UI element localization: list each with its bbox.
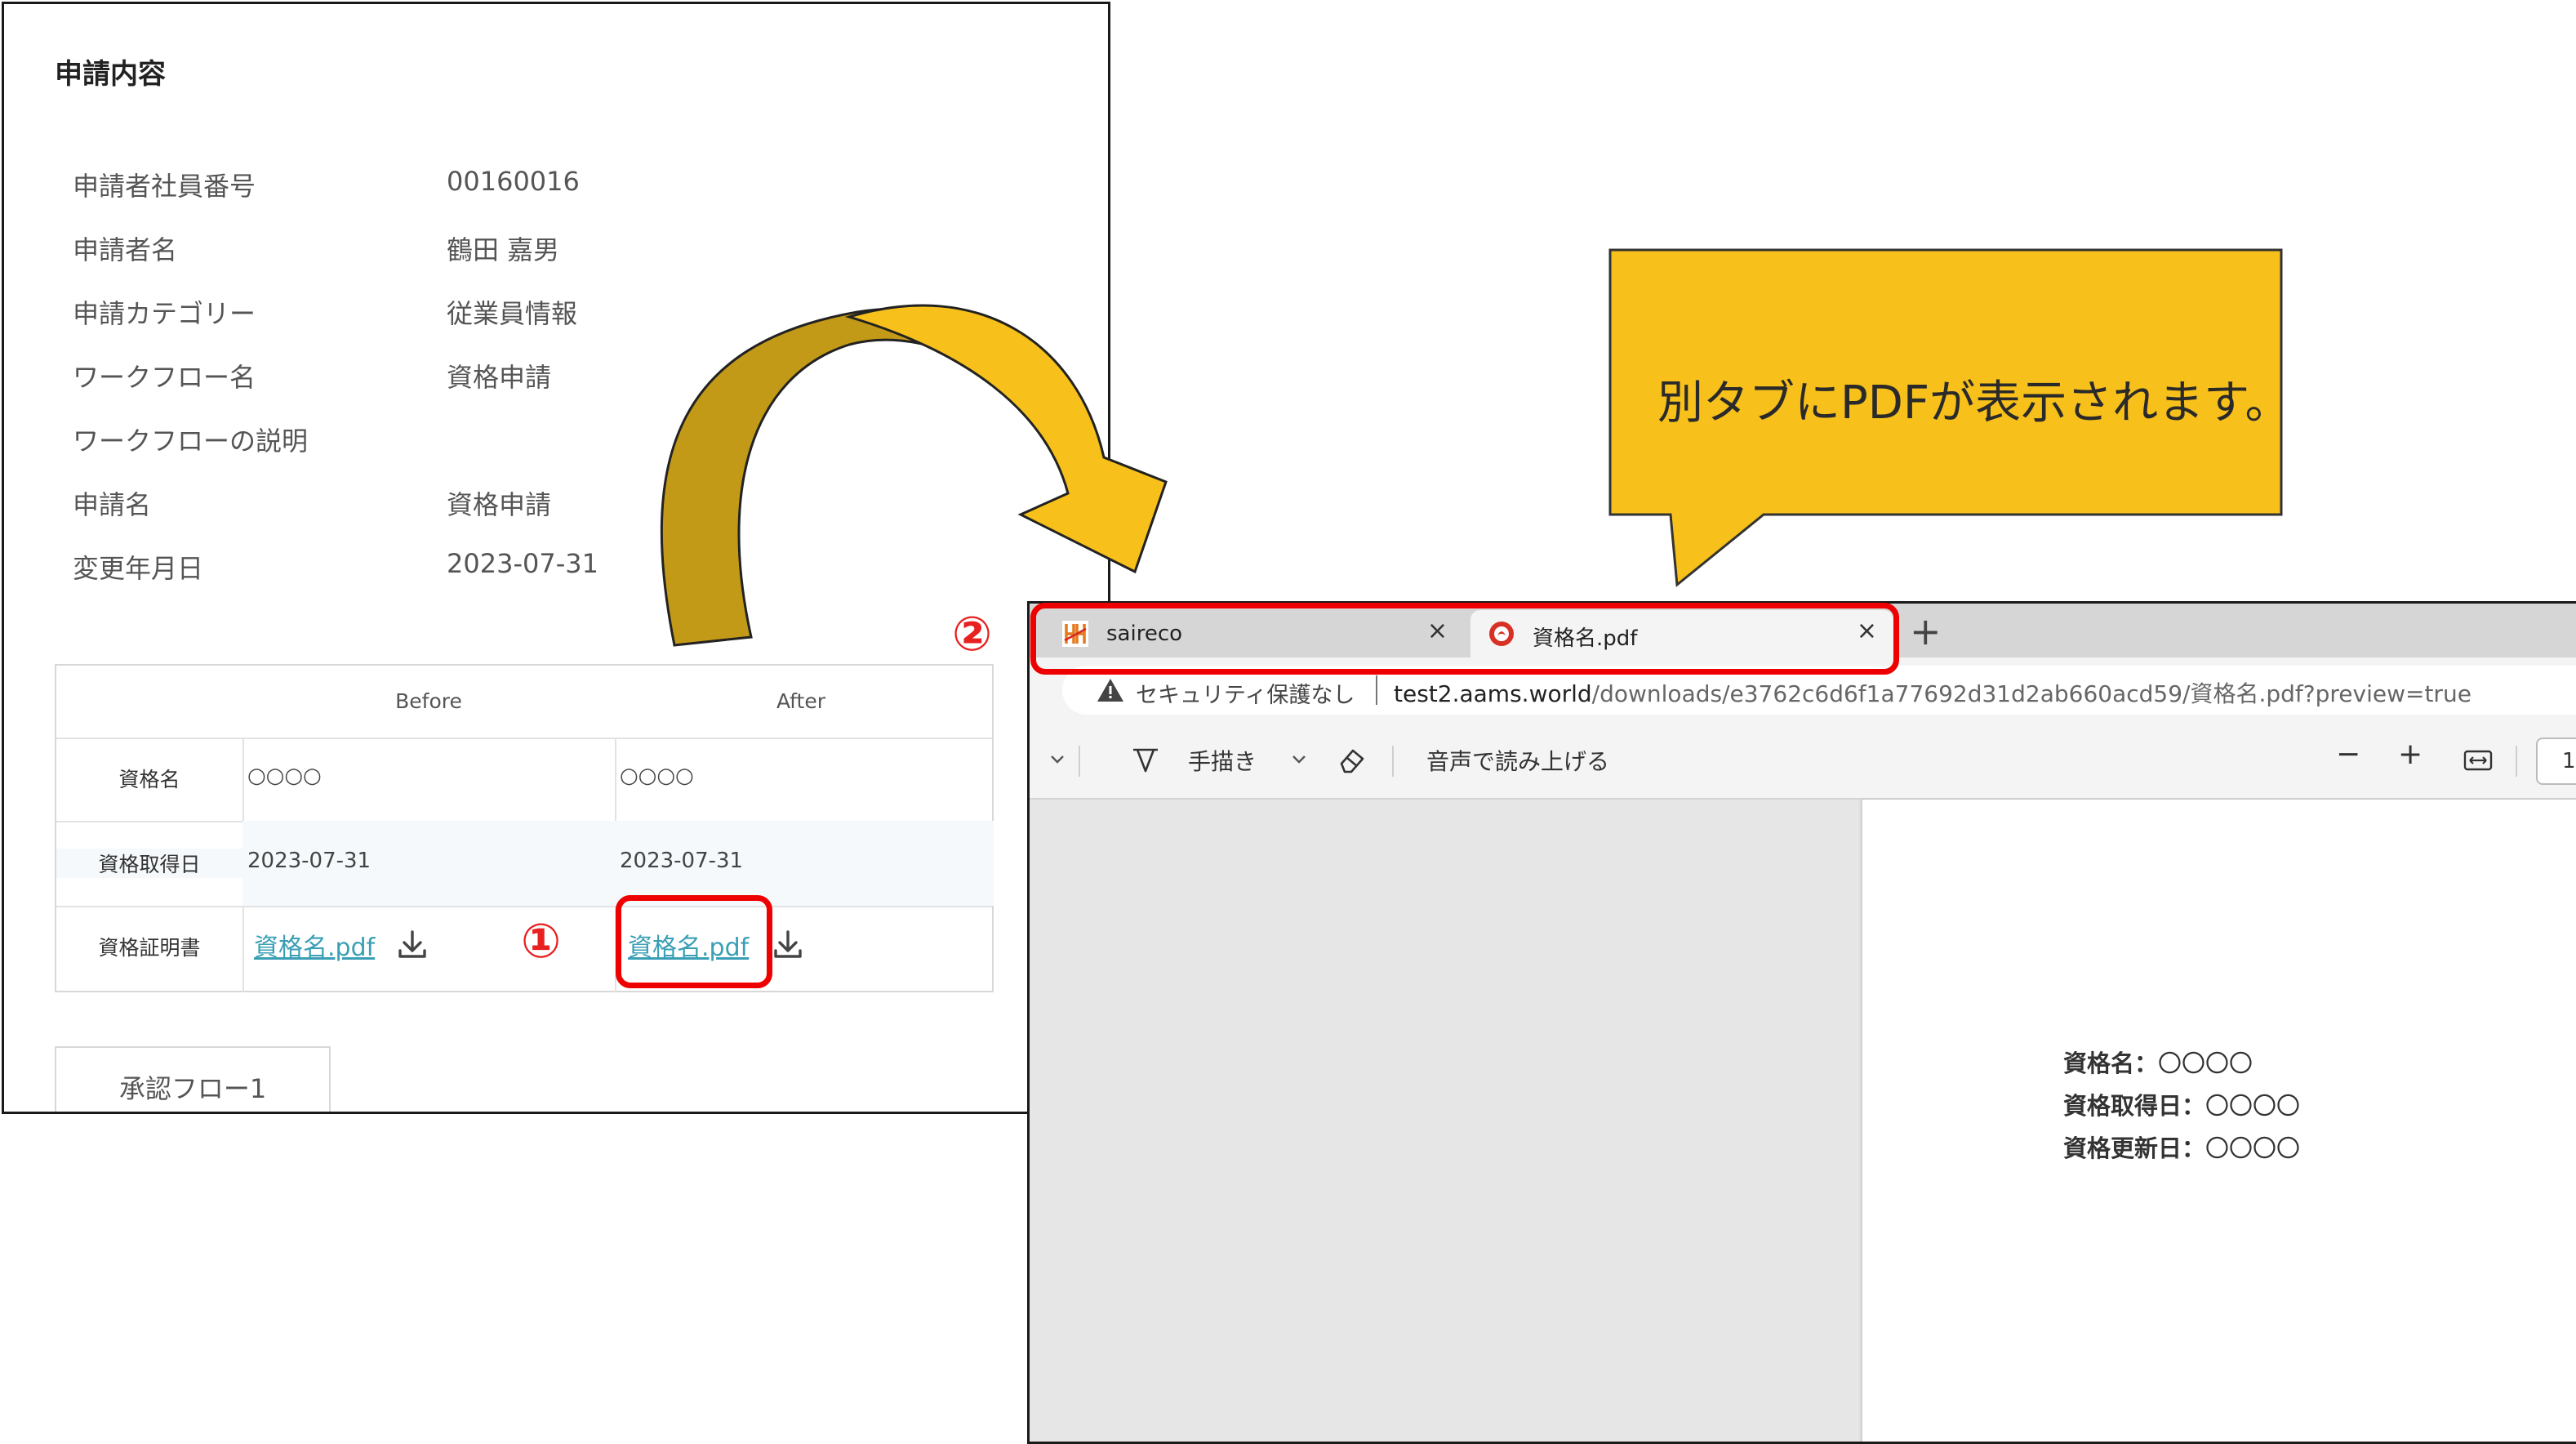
download-icon[interactable]	[772, 929, 804, 961]
toolbar-separator	[1392, 746, 1394, 777]
url-host: test2.aams.world	[1394, 680, 1592, 707]
field-label: ワークフロー名	[73, 362, 256, 393]
field-value: 資格申請	[447, 362, 552, 393]
before-value: 2023-07-31	[247, 849, 371, 873]
after-value: ○○○○	[620, 764, 694, 788]
pdf-text-line: 資格名：〇〇〇〇	[2063, 1050, 2253, 1077]
tab-highlight-box	[1030, 603, 1899, 675]
callout-text: 別タブにPDFが表示されます。	[1657, 377, 2291, 430]
zoom-out-button[interactable]: −	[2336, 738, 2360, 771]
field-label: 申請者名	[73, 234, 178, 265]
column-header-after: After	[776, 689, 826, 713]
field-label: 申請カテゴリー	[73, 298, 256, 329]
pdf-text-line: 資格取得日：〇〇〇〇	[2063, 1092, 2301, 1120]
toolbar-separator	[2516, 746, 2517, 777]
field-value: 鶴田 嘉男	[447, 234, 560, 265]
pdf-text-line: 資格更新日：〇〇〇〇	[2063, 1134, 2301, 1162]
field-label: 申請名	[73, 489, 152, 520]
read-aloud-button[interactable]: 音声で読み上げる	[1426, 744, 1609, 777]
before-pdf-link[interactable]: 資格名.pdf	[254, 927, 375, 963]
pdf-toolbar: 手描き 音声で読み上げる − + 1	[1030, 723, 2576, 800]
url-path: /downloads/e3762c6d6f1a77692d31d2ab660ac…	[1591, 680, 2471, 707]
column-header-before: Before	[395, 689, 462, 713]
page-number-input[interactable]: 1	[2536, 738, 2576, 785]
table-divider	[56, 906, 992, 907]
field-label: ワークフローの説明	[73, 426, 309, 457]
draw-icon[interactable]	[1131, 746, 1160, 775]
draw-button-label[interactable]: 手描き	[1188, 744, 1257, 777]
fit-width-icon[interactable]	[2463, 749, 2493, 772]
warning-icon[interactable]	[1097, 677, 1124, 703]
row-label: 資格証明書	[98, 936, 201, 960]
browser-window: saireco × 資格名.pdf × + セキュリティ保護なし test2.a…	[1027, 601, 2576, 1444]
row-label: 資格名	[118, 768, 180, 791]
url-separator	[1376, 675, 1377, 705]
zoom-in-button[interactable]: +	[2398, 738, 2423, 771]
chevron-down-icon[interactable]	[1291, 754, 1307, 765]
step-1-marker: ①	[509, 911, 573, 970]
table-divider	[56, 738, 992, 739]
eraser-icon[interactable]	[1337, 746, 1368, 775]
before-value: ○○○○	[247, 764, 322, 788]
field-label: 変更年月日	[73, 553, 204, 584]
field-value: 従業員情報	[447, 298, 578, 329]
field-value: 2023-07-31	[447, 548, 598, 579]
section-title: 申請内容	[55, 58, 166, 91]
tab-approval-flow[interactable]: 承認フロー1	[55, 1046, 331, 1112]
after-value: 2023-07-31	[620, 849, 744, 873]
row-label: 資格取得日	[56, 849, 242, 878]
pdf-page: 資格名：〇〇〇〇 資格取得日：〇〇〇〇 資格更新日：〇〇〇〇	[1862, 800, 2576, 1442]
pdf-viewport[interactable]: 資格名：〇〇〇〇 資格取得日：〇〇〇〇 資格更新日：〇〇〇〇	[1030, 800, 2576, 1442]
download-icon[interactable]	[396, 929, 429, 961]
new-tab-button[interactable]: +	[1910, 608, 1942, 654]
field-value: 資格申請	[447, 489, 552, 520]
field-label: 申請者社員番号	[73, 171, 256, 202]
chevron-down-icon[interactable]	[1049, 754, 1066, 765]
url-text[interactable]: test2.aams.world/downloads/e3762c6d6f1a7…	[1394, 676, 2471, 709]
step-2-marker: ②	[941, 606, 1004, 662]
link-highlight-box	[616, 895, 772, 988]
field-value: 00160016	[447, 166, 580, 197]
security-status[interactable]: セキュリティ保護なし	[1136, 677, 1355, 709]
toolbar-separator	[1079, 746, 1080, 777]
